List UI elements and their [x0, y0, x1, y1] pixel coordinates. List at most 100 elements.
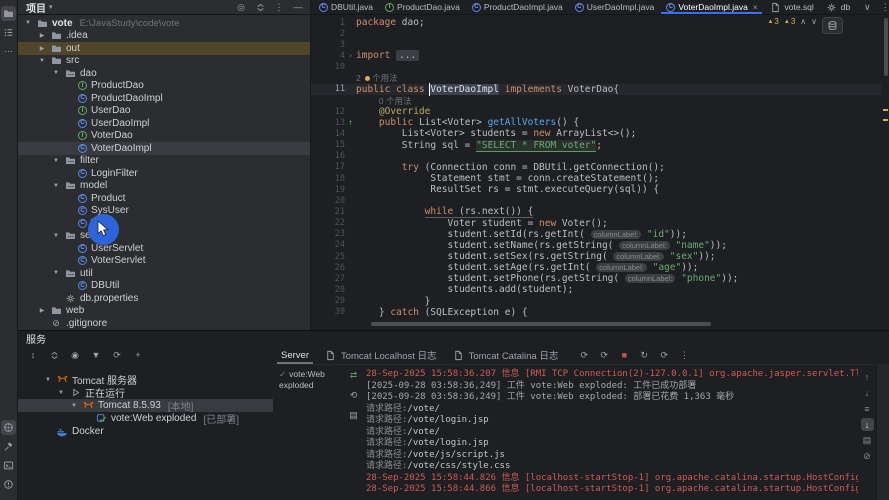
editor-tab[interactable]: I ProductDao.java	[379, 0, 466, 14]
console-output[interactable]: 28-Sep-2025 15:58:36.207 信息 [RMI TCP Con…	[362, 365, 858, 500]
code-line[interactable]: 11 public class VoterDaoImpl implements V…	[311, 83, 881, 95]
code-line[interactable]: 23 student.setId(rs.getInt( columnLabel:…	[311, 229, 881, 240]
code-line[interactable]: 14 List<Voter> students = new ArrayList<…	[311, 128, 881, 139]
chevron-down-icon[interactable]: ▼	[52, 233, 60, 239]
code-line[interactable]: 16	[311, 151, 881, 162]
editor-tab[interactable]: vote.sql	[763, 0, 819, 14]
problems-icon[interactable]	[1, 477, 16, 492]
code-line[interactable]: 24 student.setName(rs.getString( columnL…	[311, 240, 881, 251]
editor-horizontal-scrollbar[interactable]	[371, 322, 711, 326]
hot-swap-icon[interactable]: ⇄	[348, 369, 360, 381]
tree-item-.idea[interactable]: ▶ .idea	[18, 30, 310, 43]
chevron-right-icon[interactable]: ▶	[38, 32, 46, 39]
more-tabs-icon[interactable]: ⋮	[879, 1, 889, 13]
scroll-to-end-icon[interactable]: ↓	[860, 418, 874, 431]
warning-count-badge[interactable]: 3	[784, 17, 795, 26]
chevron-down-icon[interactable]: ▾	[49, 3, 53, 11]
more-icon[interactable]: ⋮	[678, 349, 690, 361]
update-application-icon[interactable]: ⟳	[658, 349, 670, 361]
sync-icon[interactable]: ↕	[27, 350, 39, 362]
build-icon[interactable]	[1, 439, 16, 454]
restart-server-icon[interactable]: ⟳	[598, 349, 610, 361]
code-line[interactable]: 30 } catch (SQLException e) {	[311, 307, 881, 318]
show-services-icon[interactable]: ◉	[69, 350, 81, 362]
tree-item-loginfilter[interactable]: C LoginFilter	[18, 167, 310, 180]
collapse-all-icon[interactable]	[48, 350, 60, 362]
chevron-down-icon[interactable]: ▼	[38, 58, 46, 64]
tree-item-out[interactable]: ▶ out	[18, 42, 310, 55]
locate-file-icon[interactable]: ◎	[235, 1, 247, 13]
editor-vertical-scrollbar[interactable]	[884, 18, 888, 76]
services-icon[interactable]	[1, 420, 16, 435]
chevron-down-icon[interactable]: ▼	[24, 20, 32, 26]
code-line[interactable]: 21 while (rs.next()) {	[311, 206, 881, 219]
prev-problem-icon[interactable]: ∧	[800, 17, 806, 26]
code-line[interactable]: 26 student.setAge(rs.getInt( columnLabel…	[311, 262, 881, 273]
console-tab[interactable]: Server	[273, 346, 317, 364]
tree-item-userservlet[interactable]: C UserServlet	[18, 242, 310, 255]
history-icon[interactable]: ▤	[348, 409, 360, 421]
redeploy-icon[interactable]: ↻	[638, 349, 650, 361]
collapse-all-icon[interactable]	[254, 1, 266, 13]
deployment-item[interactable]: ✓ vote:Web exploded	[279, 369, 343, 390]
tree-item-util[interactable]: ▼ util	[18, 267, 310, 280]
editor-tab[interactable]: C ProductDaoImpl.java	[466, 0, 569, 14]
code-line[interactable]: 17 try (Connection conn = DBUtil.getConn…	[311, 162, 881, 173]
code-line[interactable]: 18 Statement stmt = conn.createStatement…	[311, 173, 881, 184]
service-item-docker[interactable]: Docker	[18, 425, 273, 438]
close-tab-icon[interactable]: ×	[753, 3, 758, 12]
code-line[interactable]: 29 }	[311, 296, 881, 307]
tree-item-.gitignore[interactable]: ⊘ .gitignore	[18, 317, 310, 330]
tree-item-userdaoimpl[interactable]: C UserDaoImpl	[18, 117, 310, 130]
service-item-vote-web-exploded[interactable]: vote:Web exploded [已部署]	[18, 412, 273, 426]
tree-item-voterdaoimpl[interactable]: C VoterDaoImpl	[18, 142, 310, 155]
chevron-down-icon[interactable]: ▼	[44, 377, 52, 383]
terminal-icon[interactable]	[1, 458, 16, 473]
editor-tab[interactable]: C DBUtil.java	[313, 0, 379, 14]
code-line[interactable]: 28 students.add(student);	[311, 284, 881, 295]
editor-tab[interactable]: C UserDaoImpl.java	[569, 0, 661, 14]
code-line[interactable]: 19 ResultSet rs = stmt.executeQuery(sql)…	[311, 184, 881, 195]
code-line[interactable]: 3	[311, 39, 881, 50]
tree-item-db.properties[interactable]: db.properties	[18, 292, 310, 305]
inspections-widget[interactable]: 33 ∧ ∨	[767, 17, 817, 26]
tree-item-servlet[interactable]: ▼servlet	[18, 230, 310, 243]
code-line[interactable]: 10	[311, 62, 881, 73]
chevron-right-icon[interactable]: ▶	[38, 307, 46, 314]
chevron-down-icon[interactable]: ▼	[52, 270, 60, 276]
clear-console-icon[interactable]: ⊘	[861, 450, 874, 463]
warning-count-badge[interactable]: 3	[767, 17, 778, 26]
more-options-icon[interactable]: ⋮	[273, 1, 285, 13]
next-problem-icon[interactable]: ∨	[811, 17, 817, 26]
rollback-icon[interactable]: ⟳	[111, 350, 123, 362]
editor-tab[interactable]: db	[820, 0, 856, 14]
stop-server-icon[interactable]: ■	[618, 349, 630, 361]
tree-item-model[interactable]: ▼ model	[18, 180, 310, 193]
tree-item-dao[interactable]: ▼ dao	[18, 67, 310, 80]
rerun-server-icon[interactable]: ⟳	[578, 349, 590, 361]
code-line[interactable]: 4 › import ...	[311, 50, 881, 62]
code-line[interactable]: 15 String sql = "SELECT * FROM voter";	[311, 139, 881, 152]
next-message-icon[interactable]: ↓	[861, 386, 874, 399]
tree-item-dbutil[interactable]: C DBUtil	[18, 280, 310, 293]
code-line[interactable]: 12 @Override	[311, 106, 881, 117]
more-tool-windows-icon[interactable]: ⋯	[1, 44, 16, 59]
tree-item-productdao[interactable]: I ProductDao	[18, 80, 310, 93]
tree-item-productdaoimpl[interactable]: C ProductDaoImpl	[18, 92, 310, 105]
editor-tab[interactable]: C VoterDaoImpl.java ×	[660, 0, 763, 14]
filter-icon[interactable]: ▼	[90, 350, 102, 362]
tree-item-filter[interactable]: ▼ filter	[18, 155, 310, 168]
tree-item-product[interactable]: C Product	[18, 192, 310, 205]
prev-message-icon[interactable]: ↑	[861, 370, 874, 383]
chevron-down-icon[interactable]: ▼	[52, 183, 60, 189]
chevron-down-icon[interactable]: ▼	[52, 158, 60, 164]
code-line[interactable]: 2	[311, 28, 881, 39]
service-item--[interactable]: ▼ 正在运行	[18, 386, 273, 400]
tree-item-voterdao[interactable]: I VoterDao	[18, 130, 310, 143]
hide-panel-icon[interactable]: —	[292, 1, 304, 13]
code-editor[interactable]: 1 package dao; 2 3 4 › import ... 10 2 个用法 11 publ…	[311, 15, 889, 330]
code-line[interactable]: 20	[311, 195, 881, 206]
code-line[interactable]: 13 ↑ public List<Voter> getAllVoters() {	[311, 117, 881, 128]
database-button[interactable]	[822, 17, 843, 34]
structure-icon[interactable]	[1, 25, 16, 40]
